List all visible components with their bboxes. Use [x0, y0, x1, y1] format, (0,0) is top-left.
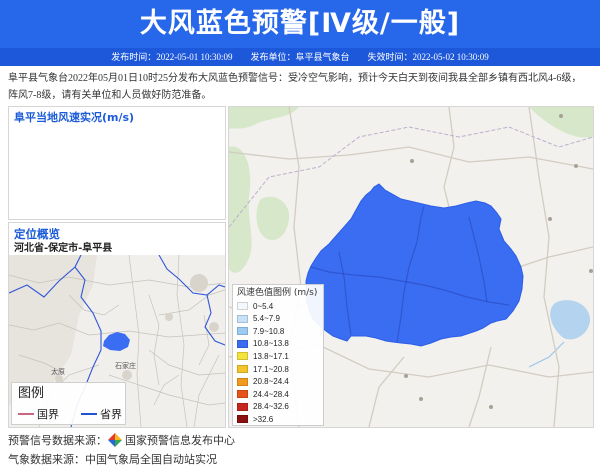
warning-description: 阜平县气象台2022年05月01日10时25分发布大风蓝色预警信号：受冷空气影响… — [8, 73, 582, 101]
legend-swatch — [237, 327, 248, 336]
legend-range: 5.4~7.9 — [253, 314, 280, 324]
national-border-line-icon — [18, 413, 34, 415]
legend-swatch — [237, 402, 248, 411]
province-border-line-icon — [81, 413, 97, 415]
legend-swatch — [237, 365, 248, 373]
wind-legend-title: 风速色值图例 (m/s) — [237, 288, 318, 298]
legend-row: 0~5.4 — [237, 300, 273, 312]
legend-swatch — [237, 377, 248, 386]
legend-row: 10.8~13.8 — [237, 338, 289, 350]
weather-source-label: 气象数据来源： — [8, 453, 85, 466]
legend-range: 13.8~17.1 — [253, 351, 289, 361]
legend-swatch — [237, 390, 248, 399]
legend-row: >32.6 — [237, 413, 273, 425]
map-label-shijiazhuang: 石家庄 — [115, 362, 136, 370]
wind-speed-panel: 阜平当地风速实况(m/s) — [8, 106, 226, 220]
title-banner: 大风蓝色预警[Ⅳ级/一般] — [0, 0, 600, 48]
legend-swatch — [237, 415, 248, 424]
expire-time: 失效时间：2022-05-02 10:30:09 — [368, 48, 489, 66]
signal-source-name[interactable]: 国家预警信息发布中心 — [125, 432, 235, 448]
publisher: 发布单位：阜平县气象台 — [250, 48, 349, 66]
legend-row: 5.4~7.9 — [237, 313, 280, 325]
publisher-value: 阜平县气象台 — [295, 52, 350, 62]
legend-row: 7.9~10.8 — [237, 325, 284, 337]
legend-range: 0~5.4 — [253, 301, 274, 311]
legend-row: 17.1~20.8 — [237, 363, 289, 375]
legend-label: 省界 — [100, 408, 122, 421]
publish-time-label: 发布时间： — [111, 52, 157, 62]
expire-time-value: 2022-05-02 10:30:09 — [412, 52, 489, 62]
legend-row: 20.8~24.4 — [237, 376, 289, 388]
legend-item-national-border: 国界 — [18, 407, 59, 421]
wind-speed-panel-title: 阜平当地风速实况(m/s) — [14, 111, 135, 124]
map-label-taiyuan: 太原 — [51, 368, 65, 376]
weather-source-line: 气象数据来源： 中国气象局全国自动站实况 — [8, 451, 217, 467]
locator-map[interactable]: 太原 石家庄 图例 国界 省界 — [9, 255, 225, 427]
warning-area-map[interactable]: 风速色值图例 (m/s) 0~5.4 5.4~7.9 7.9~10.8 10.8… — [228, 106, 594, 428]
signal-source-line: 预警信号数据来源： 国家预警信息发布中心 — [8, 432, 235, 448]
locator-map-legend: 图例 国界 省界 — [11, 382, 126, 425]
region-path: 河北省-保定市-阜平县 — [14, 243, 113, 254]
publisher-label: 发布单位： — [250, 52, 296, 62]
expire-time-label: 失效时间： — [367, 52, 413, 62]
legend-item-province-border: 省界 — [81, 407, 122, 421]
legend-swatch — [237, 352, 248, 361]
location-panel-title: 定位概览 — [14, 227, 60, 241]
legend-range: 28.4~32.6 — [253, 402, 289, 412]
publish-time: 发布时间：2022-05-01 10:30:09 — [111, 48, 232, 66]
legend-range: 20.8~24.4 — [253, 377, 289, 387]
wind-color-legend: 风速色值图例 (m/s) 0~5.4 5.4~7.9 7.9~10.8 10.8… — [232, 284, 324, 426]
legend-row: 13.8~17.1 — [237, 350, 289, 362]
page-title: 大风蓝色预警[Ⅳ级/一般] — [139, 8, 461, 39]
weather-source-name: 中国气象局全国自动站实况 — [85, 453, 217, 466]
legend-row: 24.4~28.4 — [237, 388, 289, 400]
legend-label: 国界 — [37, 408, 59, 421]
legend-swatch — [237, 314, 248, 323]
signal-source-label: 预警信号数据来源： — [8, 434, 107, 447]
warning-center-logo-icon — [108, 433, 122, 447]
legend-range: 17.1~20.8 — [253, 364, 289, 374]
legend-swatch — [237, 302, 248, 310]
location-overview-panel: 定位概览 河北省-保定市-阜平县 太原 石家庄 图例 国界 省界 — [8, 222, 226, 428]
locator-legend-title: 图例 — [18, 386, 45, 401]
legend-swatch — [237, 339, 248, 348]
publish-time-value: 2022-05-01 10:30:09 — [156, 52, 233, 62]
legend-range: 24.4~28.4 — [253, 389, 289, 399]
legend-range: 7.9~10.8 — [253, 326, 285, 336]
legend-row: 28.4~32.6 — [237, 401, 289, 413]
legend-range: >32.6 — [253, 414, 274, 424]
info-bar: 发布时间：2022-05-01 10:30:09 发布单位：阜平县气象台 失效时… — [0, 48, 600, 66]
legend-range: 10.8~13.8 — [253, 339, 289, 349]
